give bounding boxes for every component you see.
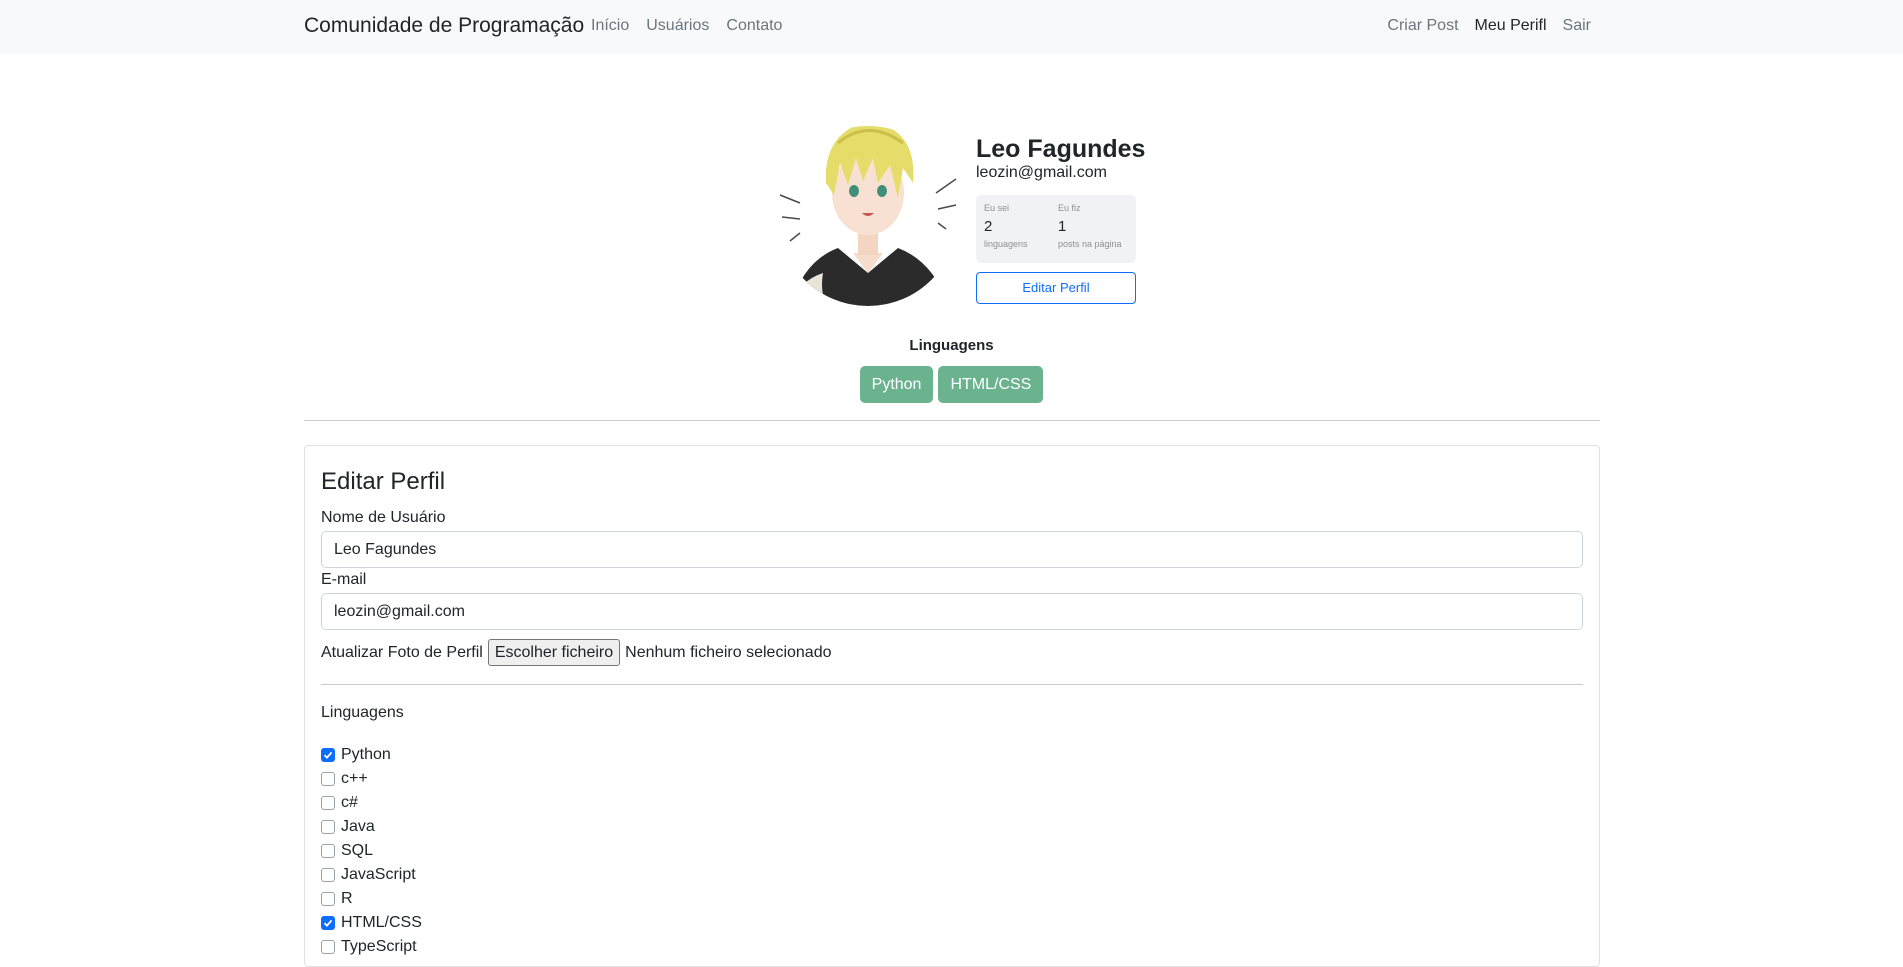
- photo-label: Atualizar Foto de Perfil: [321, 643, 483, 661]
- checkbox[interactable]: [321, 916, 335, 930]
- stat-label: Eu sei: [984, 203, 1010, 213]
- divider: [304, 420, 1600, 421]
- file-status: Nenhum ficheiro selecionado: [625, 643, 832, 661]
- checkbox-label: HTML/CSS: [341, 914, 422, 931]
- checkbox-label: c++: [341, 770, 368, 787]
- language-option-sql[interactable]: SQL: [321, 839, 422, 863]
- checkbox[interactable]: [321, 796, 335, 810]
- photo-row: Atualizar Foto de Perfil Escolher fichei…: [321, 639, 831, 666]
- language-option-cpp[interactable]: c++: [321, 767, 422, 791]
- stat-value: 2: [984, 218, 993, 235]
- stat-sub: linguagens: [984, 239, 1028, 249]
- navbar: Comunidade de Programação Início Usuário…: [0, 0, 1903, 54]
- username-label: Nome de Usuário: [321, 509, 446, 526]
- nav-link-contato[interactable]: Contato: [726, 17, 782, 35]
- checkbox-label: JavaScript: [341, 866, 416, 883]
- divider: [321, 684, 1583, 685]
- nav-link-meu-perfil[interactable]: Meu Perifl: [1475, 17, 1547, 35]
- checkbox[interactable]: [321, 940, 335, 954]
- checkbox-label: c#: [341, 794, 358, 811]
- checkbox-label: Python: [341, 746, 391, 763]
- languages-checklist: Python c++ c# Java SQL JavaScript R HTML…: [321, 743, 422, 959]
- profile-email: leozin@gmail.com: [976, 164, 1107, 181]
- checkbox-label: R: [341, 890, 353, 907]
- checkbox-label: SQL: [341, 842, 374, 859]
- choose-file-button[interactable]: Escolher ficheiro: [487, 639, 621, 666]
- stat-value: 1: [1058, 218, 1067, 235]
- avatar: [778, 126, 958, 306]
- brand-link[interactable]: Comunidade de Programação: [304, 14, 584, 38]
- nav-link-criar-post[interactable]: Criar Post: [1387, 17, 1458, 35]
- email-input[interactable]: leozin@gmail.com: [321, 593, 1583, 630]
- checkbox[interactable]: [321, 820, 335, 834]
- form-title: Editar Perfil: [321, 468, 446, 495]
- language-badge: HTML/CSS: [938, 366, 1044, 403]
- language-badges: Python HTML/CSS: [0, 366, 1903, 403]
- stat-sub: posts na página: [1058, 239, 1122, 249]
- profile-name: Leo Fagundes: [976, 135, 1146, 163]
- email-label: E-mail: [321, 571, 367, 588]
- language-option-python[interactable]: Python: [321, 743, 422, 767]
- languages-title: Linguagens: [909, 337, 994, 354]
- checkbox[interactable]: [321, 772, 335, 786]
- language-badge: Python: [859, 366, 934, 403]
- language-option-csharp[interactable]: c#: [321, 791, 422, 815]
- checkbox[interactable]: [321, 844, 335, 858]
- checkbox-label: Java: [341, 818, 375, 835]
- language-option-htmlcss[interactable]: HTML/CSS: [321, 911, 422, 935]
- stat-label: Eu fiz: [1058, 203, 1081, 213]
- language-option-typescript[interactable]: TypeScript: [321, 935, 422, 959]
- checkbox[interactable]: [321, 748, 335, 762]
- nav-link-inicio[interactable]: Início: [591, 17, 629, 35]
- nav-link-sair[interactable]: Sair: [1563, 17, 1591, 35]
- edit-profile-button[interactable]: Editar Perfil: [976, 272, 1136, 304]
- nav-right: Criar Post Meu Perifl Sair: [1387, 17, 1591, 35]
- language-option-r[interactable]: R: [321, 887, 422, 911]
- edit-profile-form: Editar Perfil Nome de Usuário Leo Fagund…: [304, 445, 1600, 967]
- language-option-java[interactable]: Java: [321, 815, 422, 839]
- stat-languages: Eu sei 2 linguagens: [984, 203, 1028, 249]
- checkbox-label: TypeScript: [341, 938, 417, 955]
- checkbox[interactable]: [321, 868, 335, 882]
- nav-left: Início Usuários Contato: [591, 17, 782, 35]
- nav-link-usuarios[interactable]: Usuários: [646, 17, 709, 35]
- stat-posts: Eu fiz 1 posts na página: [1058, 203, 1122, 249]
- profile-stats: Eu sei 2 linguagens Eu fiz 1 posts na pá…: [976, 195, 1136, 263]
- language-option-javascript[interactable]: JavaScript: [321, 863, 422, 887]
- username-input[interactable]: Leo Fagundes: [321, 531, 1583, 568]
- check-icon: [323, 751, 333, 759]
- checkbox[interactable]: [321, 892, 335, 906]
- languages-label: Linguagens: [321, 704, 404, 721]
- check-icon: [323, 919, 333, 927]
